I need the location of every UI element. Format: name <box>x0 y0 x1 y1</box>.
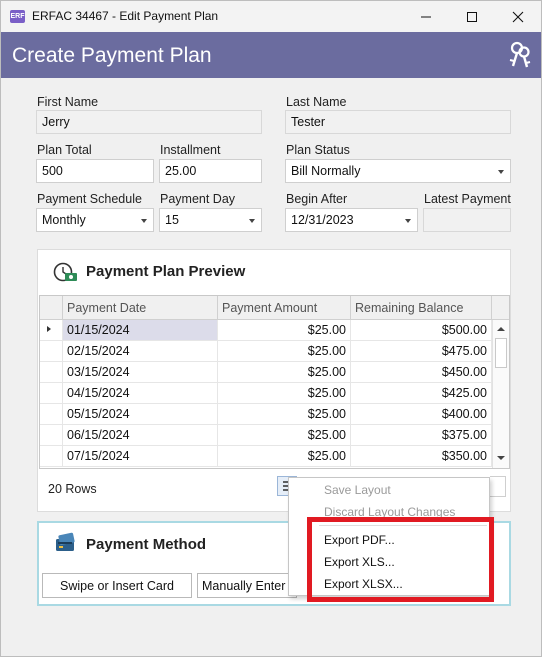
table-row[interactable]: 04/15/2024 $25.00 $425.00 <box>40 383 492 404</box>
installment-field[interactable]: 25.00 <box>159 159 262 183</box>
cell-payment-amount: $25.00 <box>218 383 351 404</box>
maximize-button[interactable] <box>449 1 495 32</box>
row-indicator <box>40 404 63 425</box>
minimize-button[interactable] <box>403 1 449 32</box>
row-indicator <box>40 341 63 362</box>
chevron-down-icon <box>249 219 255 223</box>
last-name-field[interactable]: Tester <box>285 110 511 134</box>
plan-status-dropdown[interactable]: Bill Normally <box>285 159 511 183</box>
app-icon: ERF <box>10 10 25 23</box>
cell-payment-amount: $25.00 <box>218 320 351 341</box>
chevron-down-icon <box>498 170 504 174</box>
calendar-money-icon <box>53 262 77 282</box>
cell-payment-date: 07/15/2024 <box>63 446 218 467</box>
window-title: ERFAC 34467 - Edit Payment Plan <box>32 9 219 23</box>
cell-payment-amount: $25.00 <box>218 404 351 425</box>
cell-remaining-balance: $475.00 <box>351 341 492 362</box>
vertical-scrollbar[interactable] <box>492 320 509 468</box>
latest-payment-field <box>423 208 511 232</box>
row-indicator <box>40 383 63 404</box>
begin-after-label: Begin After <box>286 192 348 206</box>
row-indicator <box>40 320 63 341</box>
cell-remaining-balance: $375.00 <box>351 425 492 446</box>
chevron-down-icon <box>141 219 147 223</box>
row-indicator <box>40 425 63 446</box>
grid-header-spacer <box>492 296 509 320</box>
plan-total-label: Plan Total <box>37 143 92 157</box>
cell-payment-date: 01/15/2024 <box>63 320 218 341</box>
row-indicator <box>40 362 63 383</box>
plan-total-field[interactable]: 500 <box>36 159 154 183</box>
row-header-column <box>40 296 63 320</box>
begin-after-value: 12/31/2023 <box>291 213 354 227</box>
latest-payment-label: Latest Payment <box>424 192 511 206</box>
installment-label: Installment <box>160 143 221 157</box>
begin-after-date-picker[interactable]: 12/31/2023 <box>285 208 418 232</box>
payment-schedule-dropdown[interactable]: Monthly <box>36 208 154 232</box>
cell-payment-amount: $25.00 <box>218 341 351 362</box>
table-row[interactable]: 06/15/2024 $25.00 $375.00 <box>40 425 492 446</box>
title-bar: ERF ERFAC 34467 - Edit Payment Plan <box>1 1 541 32</box>
swipe-or-insert-card-button[interactable]: Swipe or Insert Card <box>42 573 192 598</box>
cell-payment-amount: $25.00 <box>218 362 351 383</box>
keys-icon <box>509 41 531 68</box>
table-row[interactable]: 02/15/2024 $25.00 $475.00 <box>40 341 492 362</box>
last-name-label: Last Name <box>286 95 347 109</box>
maximize-icon <box>467 11 477 22</box>
row-indicator <box>40 446 63 467</box>
column-header-payment-date[interactable]: Payment Date <box>63 296 218 320</box>
table-row[interactable]: 07/15/2024 $25.00 $350.00 <box>40 446 492 467</box>
row-count-label: 20 Rows <box>48 482 97 496</box>
manually-enter-button[interactable]: Manually Enter <box>197 573 297 598</box>
minimize-icon <box>421 16 431 17</box>
preview-title: Payment Plan Preview <box>86 263 246 280</box>
close-button[interactable] <box>495 1 541 32</box>
payment-day-value: 15 <box>165 213 179 227</box>
table-row[interactable]: 01/15/2024 $25.00 $500.00 <box>40 320 492 341</box>
cell-remaining-balance: $350.00 <box>351 446 492 467</box>
cell-payment-date: 05/15/2024 <box>63 404 218 425</box>
payment-method-title: Payment Method <box>86 536 207 553</box>
payment-schedule-value: Monthly <box>42 213 86 227</box>
export-options-highlight <box>307 517 494 602</box>
scroll-thumb[interactable] <box>495 338 507 368</box>
page-header: Create Payment Plan <box>1 32 541 78</box>
cell-payment-date: 04/15/2024 <box>63 383 218 404</box>
close-icon <box>512 11 524 22</box>
table-row[interactable]: 05/15/2024 $25.00 $400.00 <box>40 404 492 425</box>
payment-schedule-label: Payment Schedule <box>37 192 142 206</box>
cell-remaining-balance: $400.00 <box>351 404 492 425</box>
cell-remaining-balance: $500.00 <box>351 320 492 341</box>
payment-day-dropdown[interactable]: 15 <box>159 208 262 232</box>
grid-search-field-edge[interactable] <box>490 476 506 497</box>
column-header-payment-amount[interactable]: Payment Amount <box>218 296 351 320</box>
cell-payment-amount: $25.00 <box>218 425 351 446</box>
payment-day-label: Payment Day <box>160 192 236 206</box>
payment-plan-window: ERF ERFAC 34467 - Edit Payment Plan Crea… <box>0 0 542 657</box>
cell-payment-date: 03/15/2024 <box>63 362 218 383</box>
credit-card-icon <box>56 532 75 551</box>
cell-payment-date: 06/15/2024 <box>63 425 218 446</box>
scroll-down-icon[interactable] <box>496 454 506 462</box>
first-name-label: First Name <box>37 95 99 109</box>
page-title: Create Payment Plan <box>12 44 212 67</box>
cell-remaining-balance: $450.00 <box>351 362 492 383</box>
payment-schedule-grid[interactable]: Payment Date Payment Amount Remaining Ba… <box>39 295 510 469</box>
plan-status-value: Bill Normally <box>291 164 361 178</box>
cell-payment-date: 02/15/2024 <box>63 341 218 362</box>
chevron-down-icon <box>405 219 411 223</box>
cell-payment-amount: $25.00 <box>218 446 351 467</box>
caret-right-icon <box>47 326 51 332</box>
scroll-up-icon[interactable] <box>496 325 506 333</box>
menu-item-save-layout[interactable]: Save Layout <box>324 483 391 497</box>
cell-remaining-balance: $425.00 <box>351 383 492 404</box>
table-row[interactable]: 03/15/2024 $25.00 $450.00 <box>40 362 492 383</box>
column-header-remaining-balance[interactable]: Remaining Balance <box>351 296 492 320</box>
first-name-field[interactable]: Jerry <box>36 110 262 134</box>
plan-status-label: Plan Status <box>286 143 350 157</box>
